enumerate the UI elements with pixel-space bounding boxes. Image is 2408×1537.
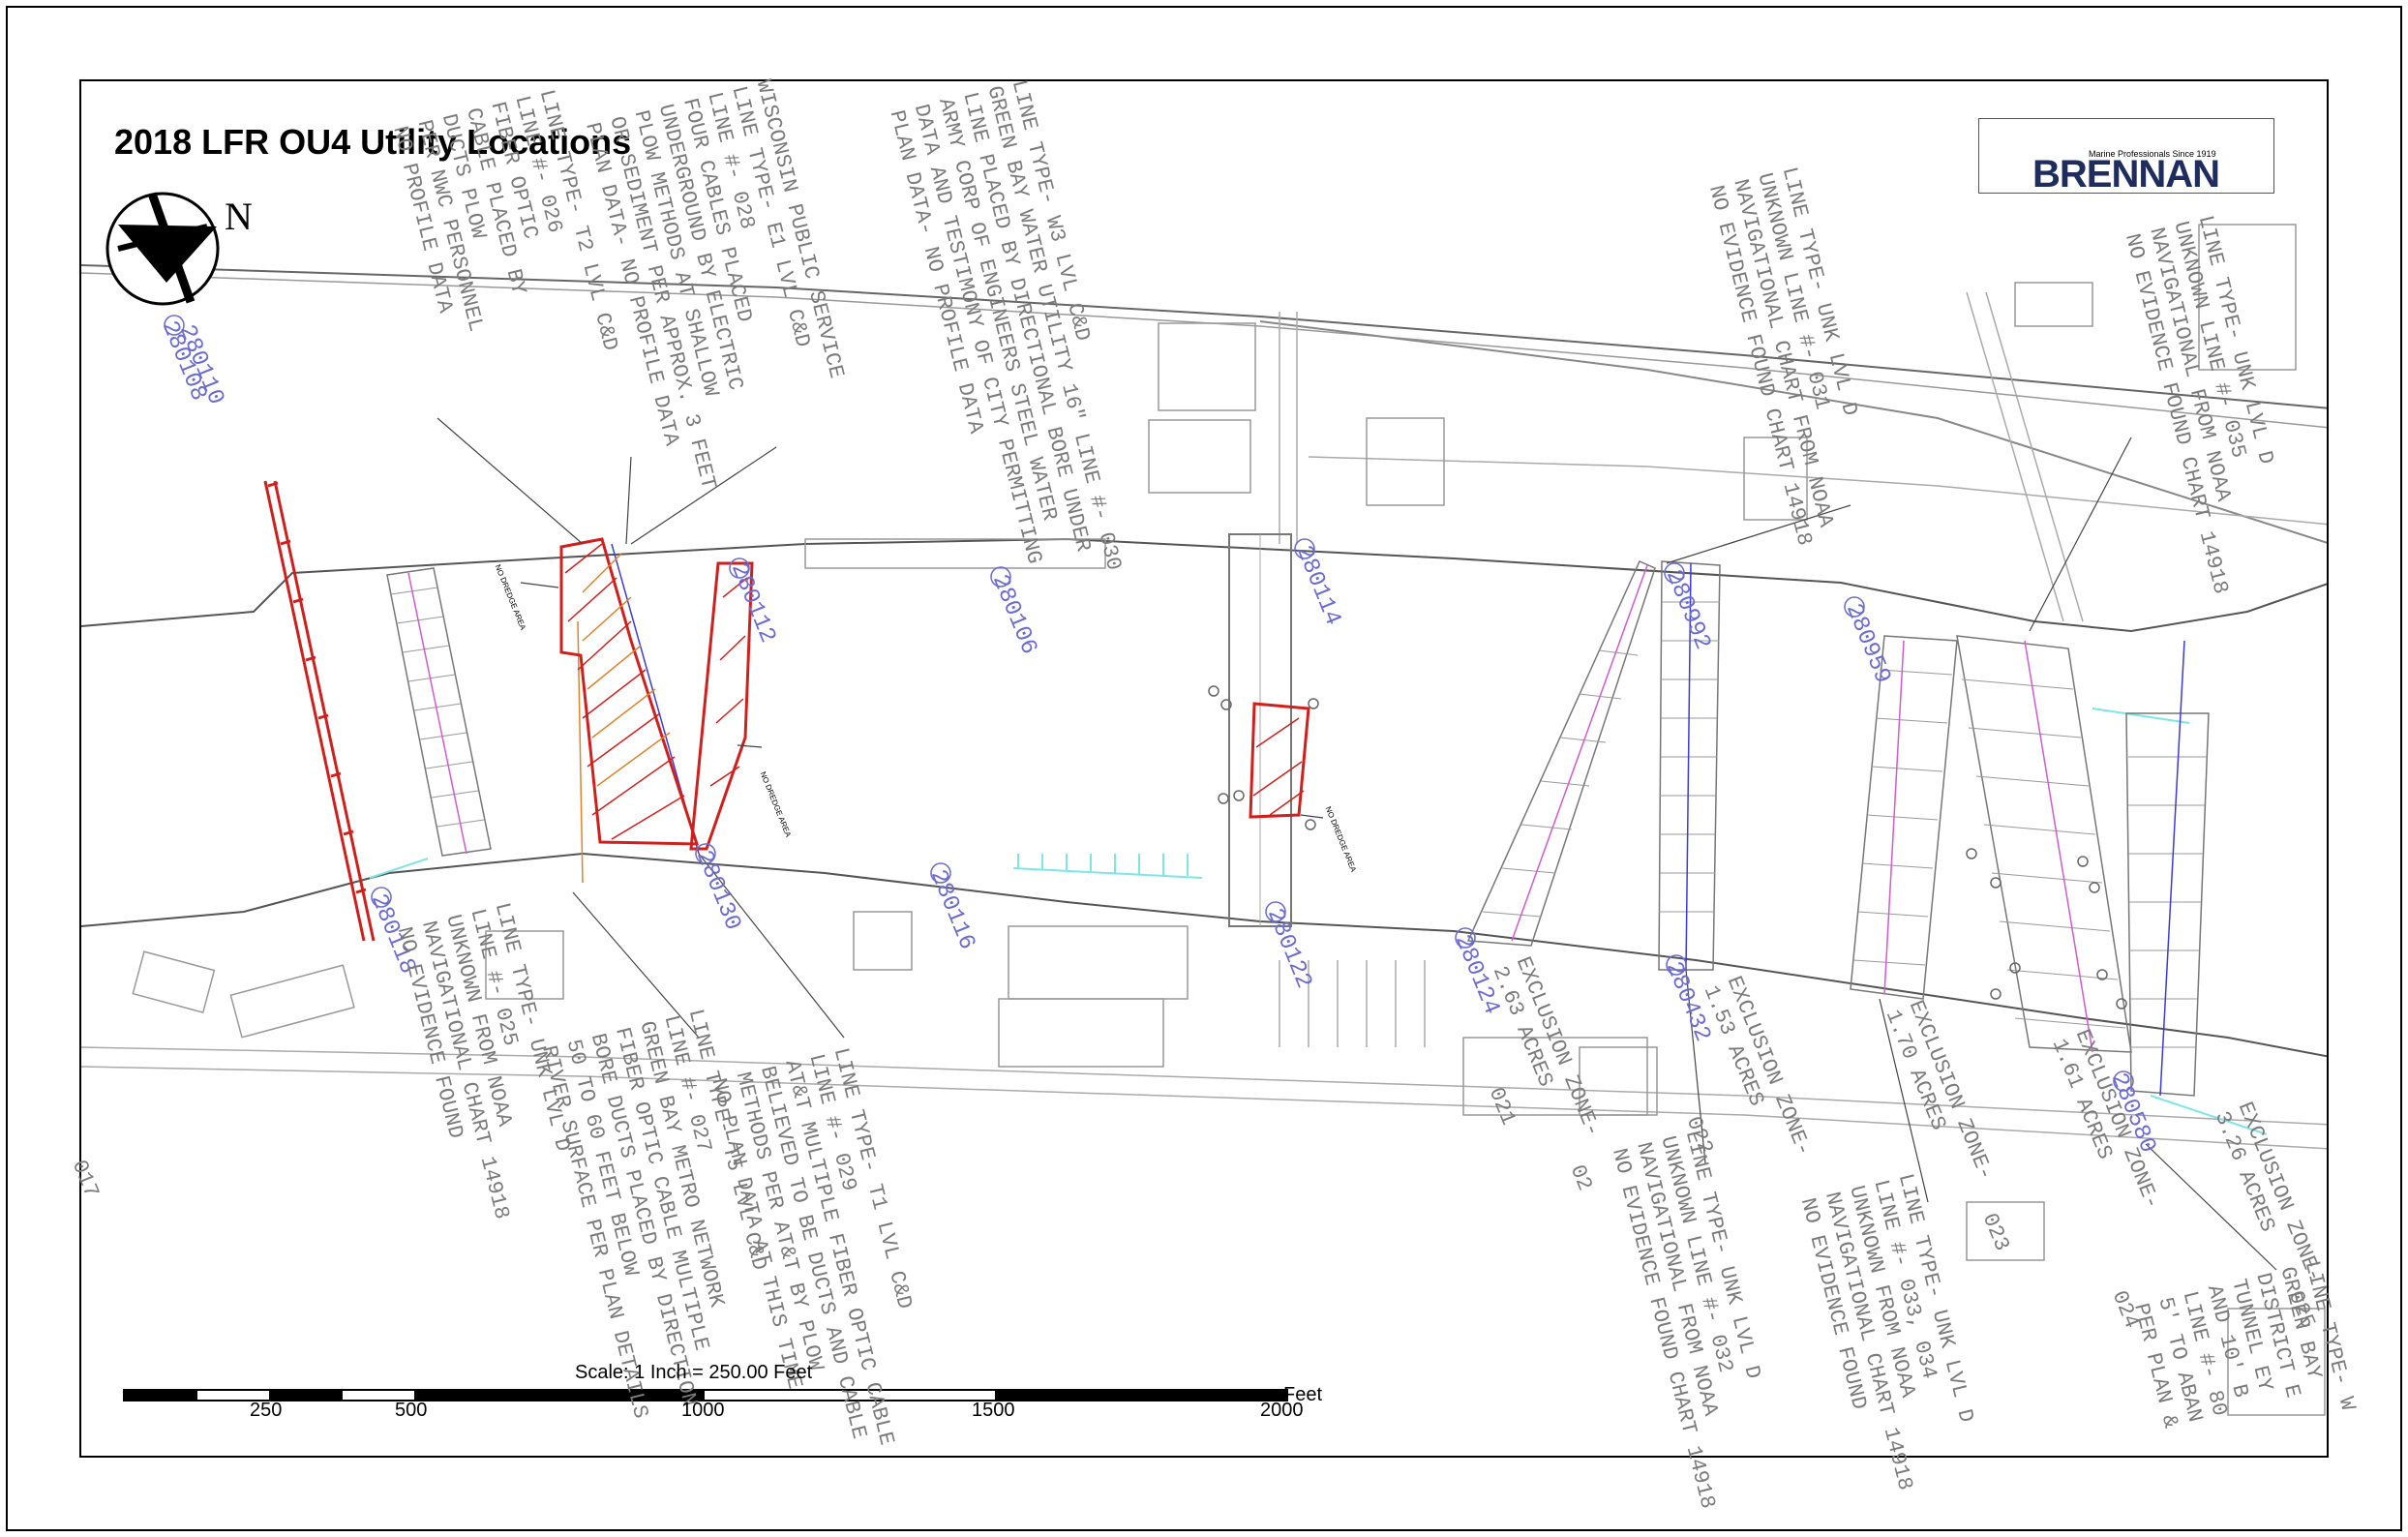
building — [853, 911, 913, 971]
rail-line-1 — [81, 264, 2327, 409]
utility-polygons — [263, 480, 1310, 942]
building — [1366, 417, 1445, 506]
north-arrow-icon — [105, 192, 220, 306]
scale-unit-label: Feet — [1283, 1384, 1323, 1405]
building — [132, 950, 216, 1013]
building — [998, 998, 1164, 1068]
road-south — [81, 1046, 2327, 1126]
building — [229, 964, 355, 1039]
street-vertical-2 — [1966, 291, 2084, 622]
building — [2014, 282, 2093, 327]
crossing-bands — [386, 560, 2210, 1097]
scale-tick-label: 1500 — [972, 1400, 1015, 1421]
utility-hatching — [564, 543, 1305, 840]
north-label: N — [225, 195, 253, 238]
rail-line-2 — [81, 272, 2327, 429]
utility-hatching-orange — [582, 553, 671, 787]
north-shoreline — [81, 537, 2327, 633]
scale-caption: Scale: 1 Inch = 250.00 Feet — [575, 1362, 813, 1383]
building — [1008, 925, 1189, 1000]
logo-name: BRENNAN — [2032, 153, 2220, 196]
scale-tick-label: 500 — [395, 1400, 428, 1421]
building — [1148, 419, 1251, 494]
street-vertical — [1279, 312, 1298, 544]
scale-tick-label: 1000 — [681, 1400, 725, 1421]
scale-tick-label: 250 — [250, 1400, 283, 1421]
building — [1158, 322, 1256, 411]
